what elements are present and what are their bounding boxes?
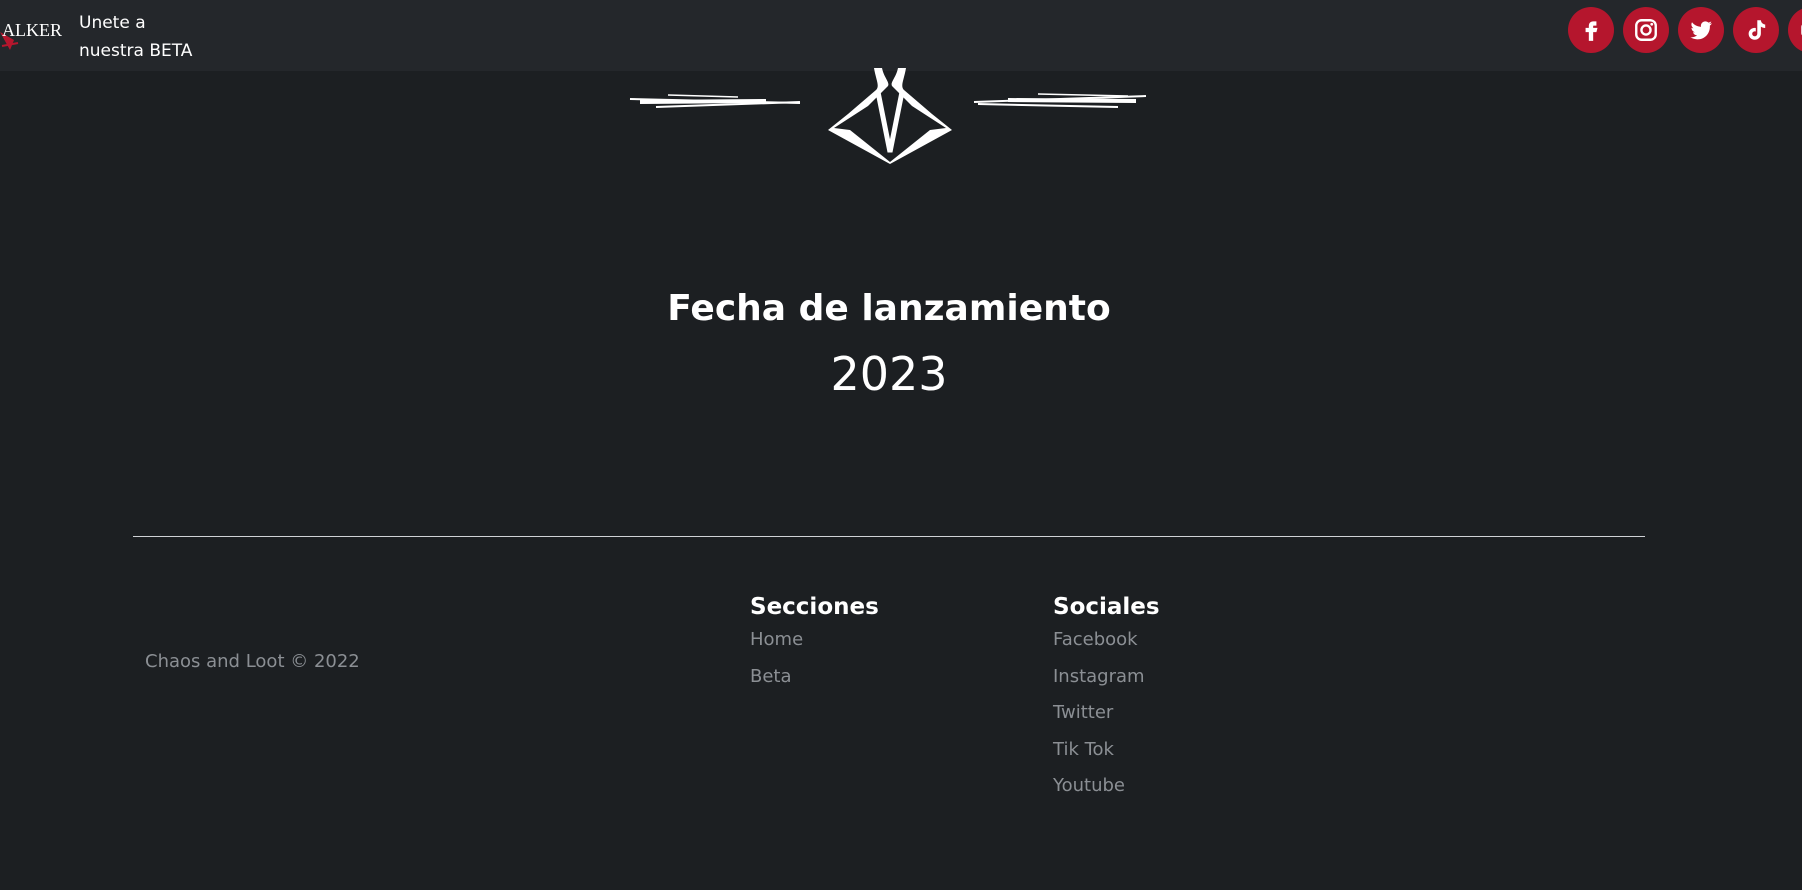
launch-date-title: Fecha de lanzamiento (667, 288, 1111, 329)
sections-heading: Secciones (750, 594, 879, 620)
footer-link-beta[interactable]: Beta (750, 665, 879, 689)
footer-link-instagram[interactable]: Instagram (1053, 665, 1160, 689)
beta-link-line1: Unete a (79, 13, 146, 33)
brand-logo[interactable]: ALKERS (0, 10, 62, 52)
footer-link-twitter[interactable]: Twitter (1053, 701, 1160, 725)
footer-link-youtube[interactable]: Youtube (1053, 774, 1160, 798)
copyright-text: Chaos and Loot © 2022 (145, 651, 360, 672)
youtube-icon[interactable] (1788, 7, 1802, 53)
socials-heading: Sociales (1053, 594, 1160, 620)
footer-link-facebook[interactable]: Facebook (1053, 628, 1160, 652)
twitter-icon[interactable] (1678, 7, 1724, 53)
footer-link-tiktok[interactable]: Tik Tok (1053, 738, 1160, 762)
instagram-icon[interactable] (1623, 7, 1669, 53)
skull-emblem-icon (628, 66, 1148, 164)
top-navbar: ALKERS Unete a nuestra BETA (0, 0, 1802, 71)
footer-sections-column: Secciones Home Beta (750, 590, 879, 701)
footer-divider (133, 536, 1645, 537)
join-beta-link[interactable]: Unete a nuestra BETA (79, 9, 199, 65)
launch-year: 2023 (830, 347, 948, 401)
social-icons-bar (1562, 7, 1802, 53)
footer-link-home[interactable]: Home (750, 628, 879, 652)
page: ALKERS Unete a nuestra BETA (0, 0, 1802, 890)
footer-socials-column: Sociales Facebook Instagram Twitter Tik … (1053, 590, 1160, 811)
facebook-icon[interactable] (1568, 7, 1614, 53)
svg-text:ALKERS: ALKERS (2, 20, 62, 40)
beta-link-line2: nuestra BETA (79, 41, 193, 61)
tiktok-icon[interactable] (1733, 7, 1779, 53)
